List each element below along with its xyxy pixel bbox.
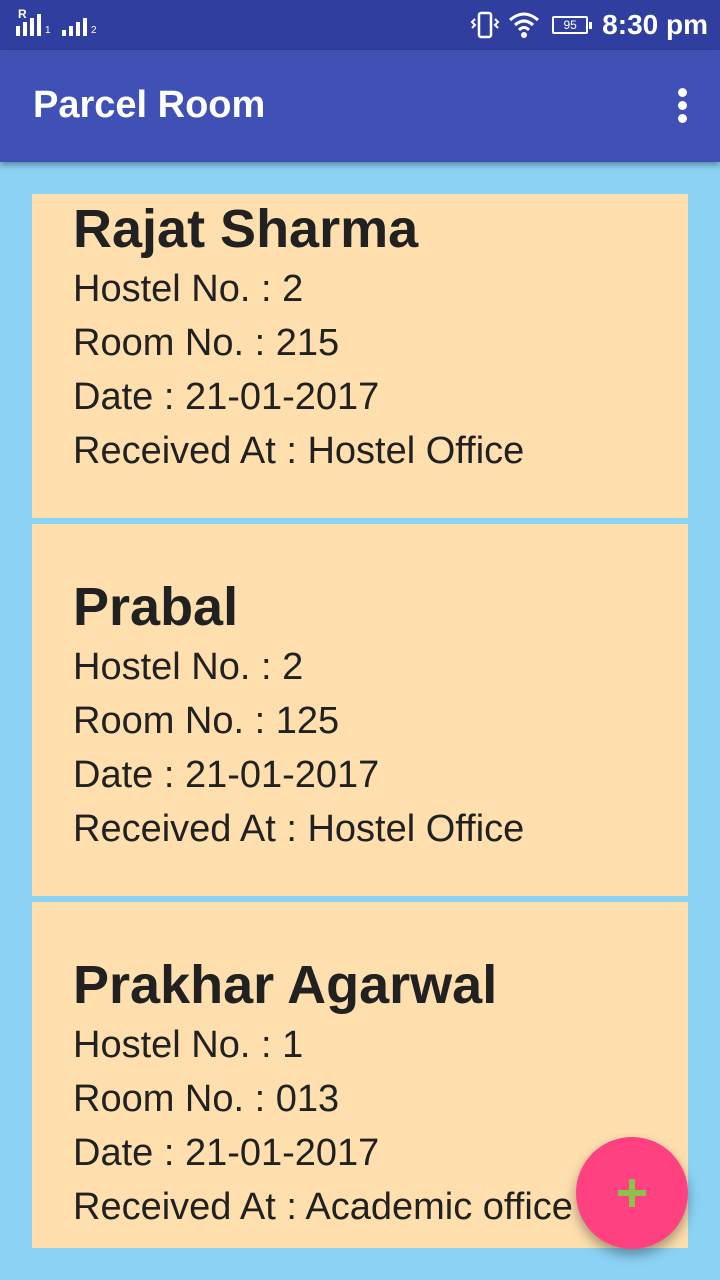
sim1-signal-icon: R 1 xyxy=(16,7,51,36)
room-number: Room No. : 125 xyxy=(73,700,340,742)
hostel-number: Hostel No. : 2 xyxy=(73,646,304,688)
sim2-index: 2 xyxy=(91,25,97,36)
add-parcel-button[interactable] xyxy=(576,1137,688,1249)
received-at: Received At : Hostel Office xyxy=(73,430,525,472)
room-number: Room No. : 013 xyxy=(73,1078,340,1120)
room-number: Room No. : 215 xyxy=(73,322,340,364)
sim1-roaming-label: R xyxy=(18,7,27,21)
battery-icon: 95 xyxy=(552,16,593,34)
recipient-name: Prakhar Agarwal xyxy=(73,955,498,1015)
parcel-card[interactable]: Prabal Hostel No. : 2 Room No. : 125 Dat… xyxy=(32,524,688,896)
recipient-name: Prabal xyxy=(73,577,239,637)
received-at: Received At : Hostel Office xyxy=(73,808,525,850)
status-right: 95 8:30 pm xyxy=(470,0,708,50)
battery-level: 95 xyxy=(563,18,577,32)
status-time: 8:30 pm xyxy=(602,9,708,40)
parcel-date: Date : 21-01-2017 xyxy=(73,1132,380,1174)
hostel-number: Hostel No. : 1 xyxy=(73,1024,304,1066)
app-title: Parcel Room xyxy=(33,84,266,126)
more-vert-icon[interactable] xyxy=(676,88,688,124)
received-at: Received At : Academic office xyxy=(73,1186,573,1228)
app-bar: Parcel Room xyxy=(0,50,720,162)
vibrate-icon xyxy=(470,11,500,39)
wifi-icon xyxy=(509,12,540,38)
parcel-list[interactable]: Rajat Sharma Hostel No. : 2 Room No. : 2… xyxy=(32,194,688,1248)
parcel-card[interactable]: Rajat Sharma Hostel No. : 2 Room No. : 2… xyxy=(32,194,688,518)
sim1-index: 1 xyxy=(45,25,51,36)
parcel-date: Date : 21-01-2017 xyxy=(73,754,380,796)
recipient-name: Rajat Sharma xyxy=(73,199,419,259)
parcel-date: Date : 21-01-2017 xyxy=(73,376,380,418)
status-bar: R 1 2 95 8:30 pm xyxy=(0,0,720,50)
sim2-signal-icon: 2 xyxy=(62,10,97,36)
plus-icon xyxy=(618,1179,646,1207)
hostel-number: Hostel No. : 2 xyxy=(73,268,304,310)
